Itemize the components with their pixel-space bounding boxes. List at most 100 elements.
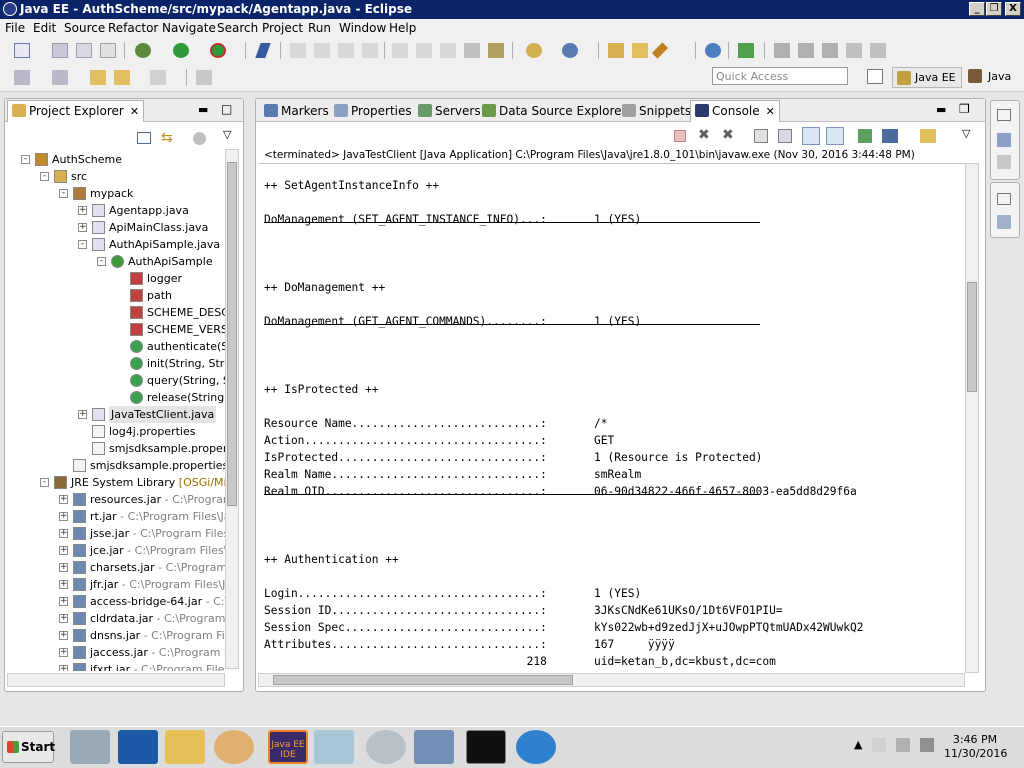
minimize-console-icon[interactable]: ▬	[936, 103, 946, 116]
console-scroll-thumb[interactable]	[967, 282, 977, 392]
browser-icon[interactable]	[705, 43, 721, 58]
menu-edit[interactable]: Edit	[33, 21, 56, 35]
tree-item[interactable]: log4j.properties	[11, 423, 225, 440]
collapse-icon[interactable]: -	[97, 257, 106, 266]
step-over-icon[interactable]	[416, 43, 432, 58]
menu-file[interactable]: File	[5, 21, 25, 35]
show-hidden-icons-icon[interactable]: ▲	[854, 738, 862, 751]
annotation-icon[interactable]	[774, 43, 790, 58]
tree-item[interactable]: authenticate(S	[11, 338, 225, 355]
filter-icon[interactable]	[193, 132, 206, 145]
new-server-icon[interactable]	[526, 43, 542, 58]
show-console-on-output-icon[interactable]	[802, 127, 820, 145]
tree-item[interactable]: SCHEME_VERSI	[11, 321, 225, 338]
close-window-button[interactable]: X	[1005, 2, 1021, 16]
tree-item[interactable]: + jfr.jar - C:\Program Files\Ja	[11, 576, 225, 593]
open-console-icon[interactable]	[920, 129, 936, 143]
expand-icon[interactable]: +	[59, 580, 68, 589]
menu-window[interactable]: Window	[339, 21, 386, 35]
task-list-trim-icon[interactable]	[997, 155, 1011, 169]
menu-navigate[interactable]: Navigate	[162, 21, 216, 35]
clock[interactable]: 3:46 PM 11/30/2016	[944, 733, 1007, 761]
menu-search[interactable]: Search	[217, 21, 258, 35]
expand-icon[interactable]: +	[59, 648, 68, 657]
tree-item[interactable]: + jsse.jar - C:\Program Files\	[11, 525, 225, 542]
minimize-view-icon[interactable]: ▬	[198, 103, 208, 116]
tree-item[interactable]: smjsdksample.properties	[11, 457, 225, 474]
run-last-icon[interactable]	[738, 43, 754, 58]
explorer-icon[interactable]	[165, 730, 205, 764]
expand-icon[interactable]: +	[78, 223, 87, 232]
explorer-scroll-thumb[interactable]	[227, 162, 237, 506]
menu-run[interactable]: Run	[308, 21, 331, 35]
quick-access-input[interactable]: Quick Access	[712, 67, 848, 85]
close-console-tab-icon[interactable]: ✕	[766, 105, 775, 118]
tree-item[interactable]: - AuthApiSample.java	[11, 236, 225, 253]
pen-icon[interactable]	[798, 43, 814, 58]
tree-item[interactable]: + resources.jar - C:\Program	[11, 491, 225, 508]
console-vertical-scrollbar[interactable]	[965, 163, 979, 673]
tree-item[interactable]: path	[11, 287, 225, 304]
terminate-console-icon[interactable]	[674, 130, 686, 142]
new-service-icon[interactable]	[562, 43, 578, 58]
tree-item[interactable]: - AuthScheme	[11, 151, 225, 168]
step-icon[interactable]	[290, 43, 306, 58]
tab-console[interactable]: Console ✕	[690, 100, 780, 122]
tree-item[interactable]: + Agentapp.java	[11, 202, 225, 219]
show-console-on-error-icon[interactable]	[826, 127, 844, 145]
expand-icon[interactable]: +	[59, 665, 68, 671]
command-prompt-icon[interactable]	[466, 730, 506, 764]
tree-item[interactable]: + cldrdata.jar - C:\Program F	[11, 610, 225, 627]
tree-item[interactable]: + charsets.jar - C:\Program F	[11, 559, 225, 576]
perspective-java[interactable]: Java	[966, 69, 1011, 83]
maximize-console-icon[interactable]: ❐	[959, 102, 970, 116]
powershell-icon[interactable]	[118, 730, 158, 764]
collapse-icon[interactable]: -	[78, 240, 87, 249]
tree-item[interactable]: + dnsns.jar - C:\Program File	[11, 627, 225, 644]
palette-icon[interactable]	[997, 215, 1011, 229]
clear-console-icon[interactable]	[754, 129, 768, 143]
tree-item[interactable]: logger	[11, 270, 225, 287]
previous-annotation-icon[interactable]	[52, 70, 68, 85]
tree-item[interactable]: + jfxrt.jar - C:\Program Files\	[11, 661, 225, 671]
collapse-icon[interactable]: -	[40, 478, 49, 487]
tree-item[interactable]: - src	[11, 168, 225, 185]
menu-refactor[interactable]: Refactor	[108, 21, 158, 35]
save-all-icon[interactable]	[76, 43, 92, 58]
save-icon[interactable]	[52, 43, 68, 58]
external-tools-icon[interactable]	[210, 43, 226, 58]
console-horizontal-scrollbar[interactable]	[258, 673, 965, 687]
tab-servers[interactable]: Servers	[414, 101, 485, 121]
disconnect-icon[interactable]	[362, 43, 378, 58]
maximize-button[interactable]: ❐	[986, 2, 1002, 16]
flag-icon[interactable]	[872, 738, 886, 752]
collapse-icon[interactable]: -	[21, 155, 30, 164]
suspend-icon[interactable]	[314, 43, 330, 58]
print-icon[interactable]	[100, 43, 116, 58]
drop-frame-icon[interactable]	[464, 43, 480, 58]
tab-data-source-explorer[interactable]: Data Source Explorer	[478, 101, 630, 121]
back-icon[interactable]	[114, 70, 130, 85]
collapse-icon[interactable]: -	[59, 189, 68, 198]
pin-icon[interactable]	[822, 43, 838, 58]
network-icon[interactable]	[414, 730, 454, 764]
pin-console-icon[interactable]	[858, 129, 872, 143]
tab-properties[interactable]: Properties	[330, 101, 416, 121]
tree-item[interactable]: + ApiMainClass.java	[11, 219, 225, 236]
tree-item[interactable]: + rt.jar - C:\Program Files\Ja	[11, 508, 225, 525]
tree-item[interactable]: smjsdksample.properties	[11, 440, 225, 457]
expand-icon[interactable]: +	[59, 614, 68, 623]
next-annotation-icon[interactable]	[14, 70, 30, 85]
use-step-filters-icon[interactable]	[488, 43, 504, 58]
forward-icon[interactable]	[150, 70, 166, 85]
tree-item[interactable]: + jce.jar - C:\Program Files\J	[11, 542, 225, 559]
tree-item[interactable]: + jaccess.jar - C:\Program Fil	[11, 644, 225, 661]
maximize-view-icon[interactable]: □	[221, 102, 232, 116]
step-into-icon[interactable]	[392, 43, 408, 58]
open-type-icon[interactable]	[608, 43, 624, 58]
tree-item[interactable]: - AuthApiSample	[11, 253, 225, 270]
server-manager-icon[interactable]	[70, 730, 110, 764]
tree-item[interactable]: + access-bridge-64.jar - C:\P	[11, 593, 225, 610]
display-selected-console-icon[interactable]	[882, 129, 898, 143]
menu-source[interactable]: Source	[64, 21, 105, 35]
